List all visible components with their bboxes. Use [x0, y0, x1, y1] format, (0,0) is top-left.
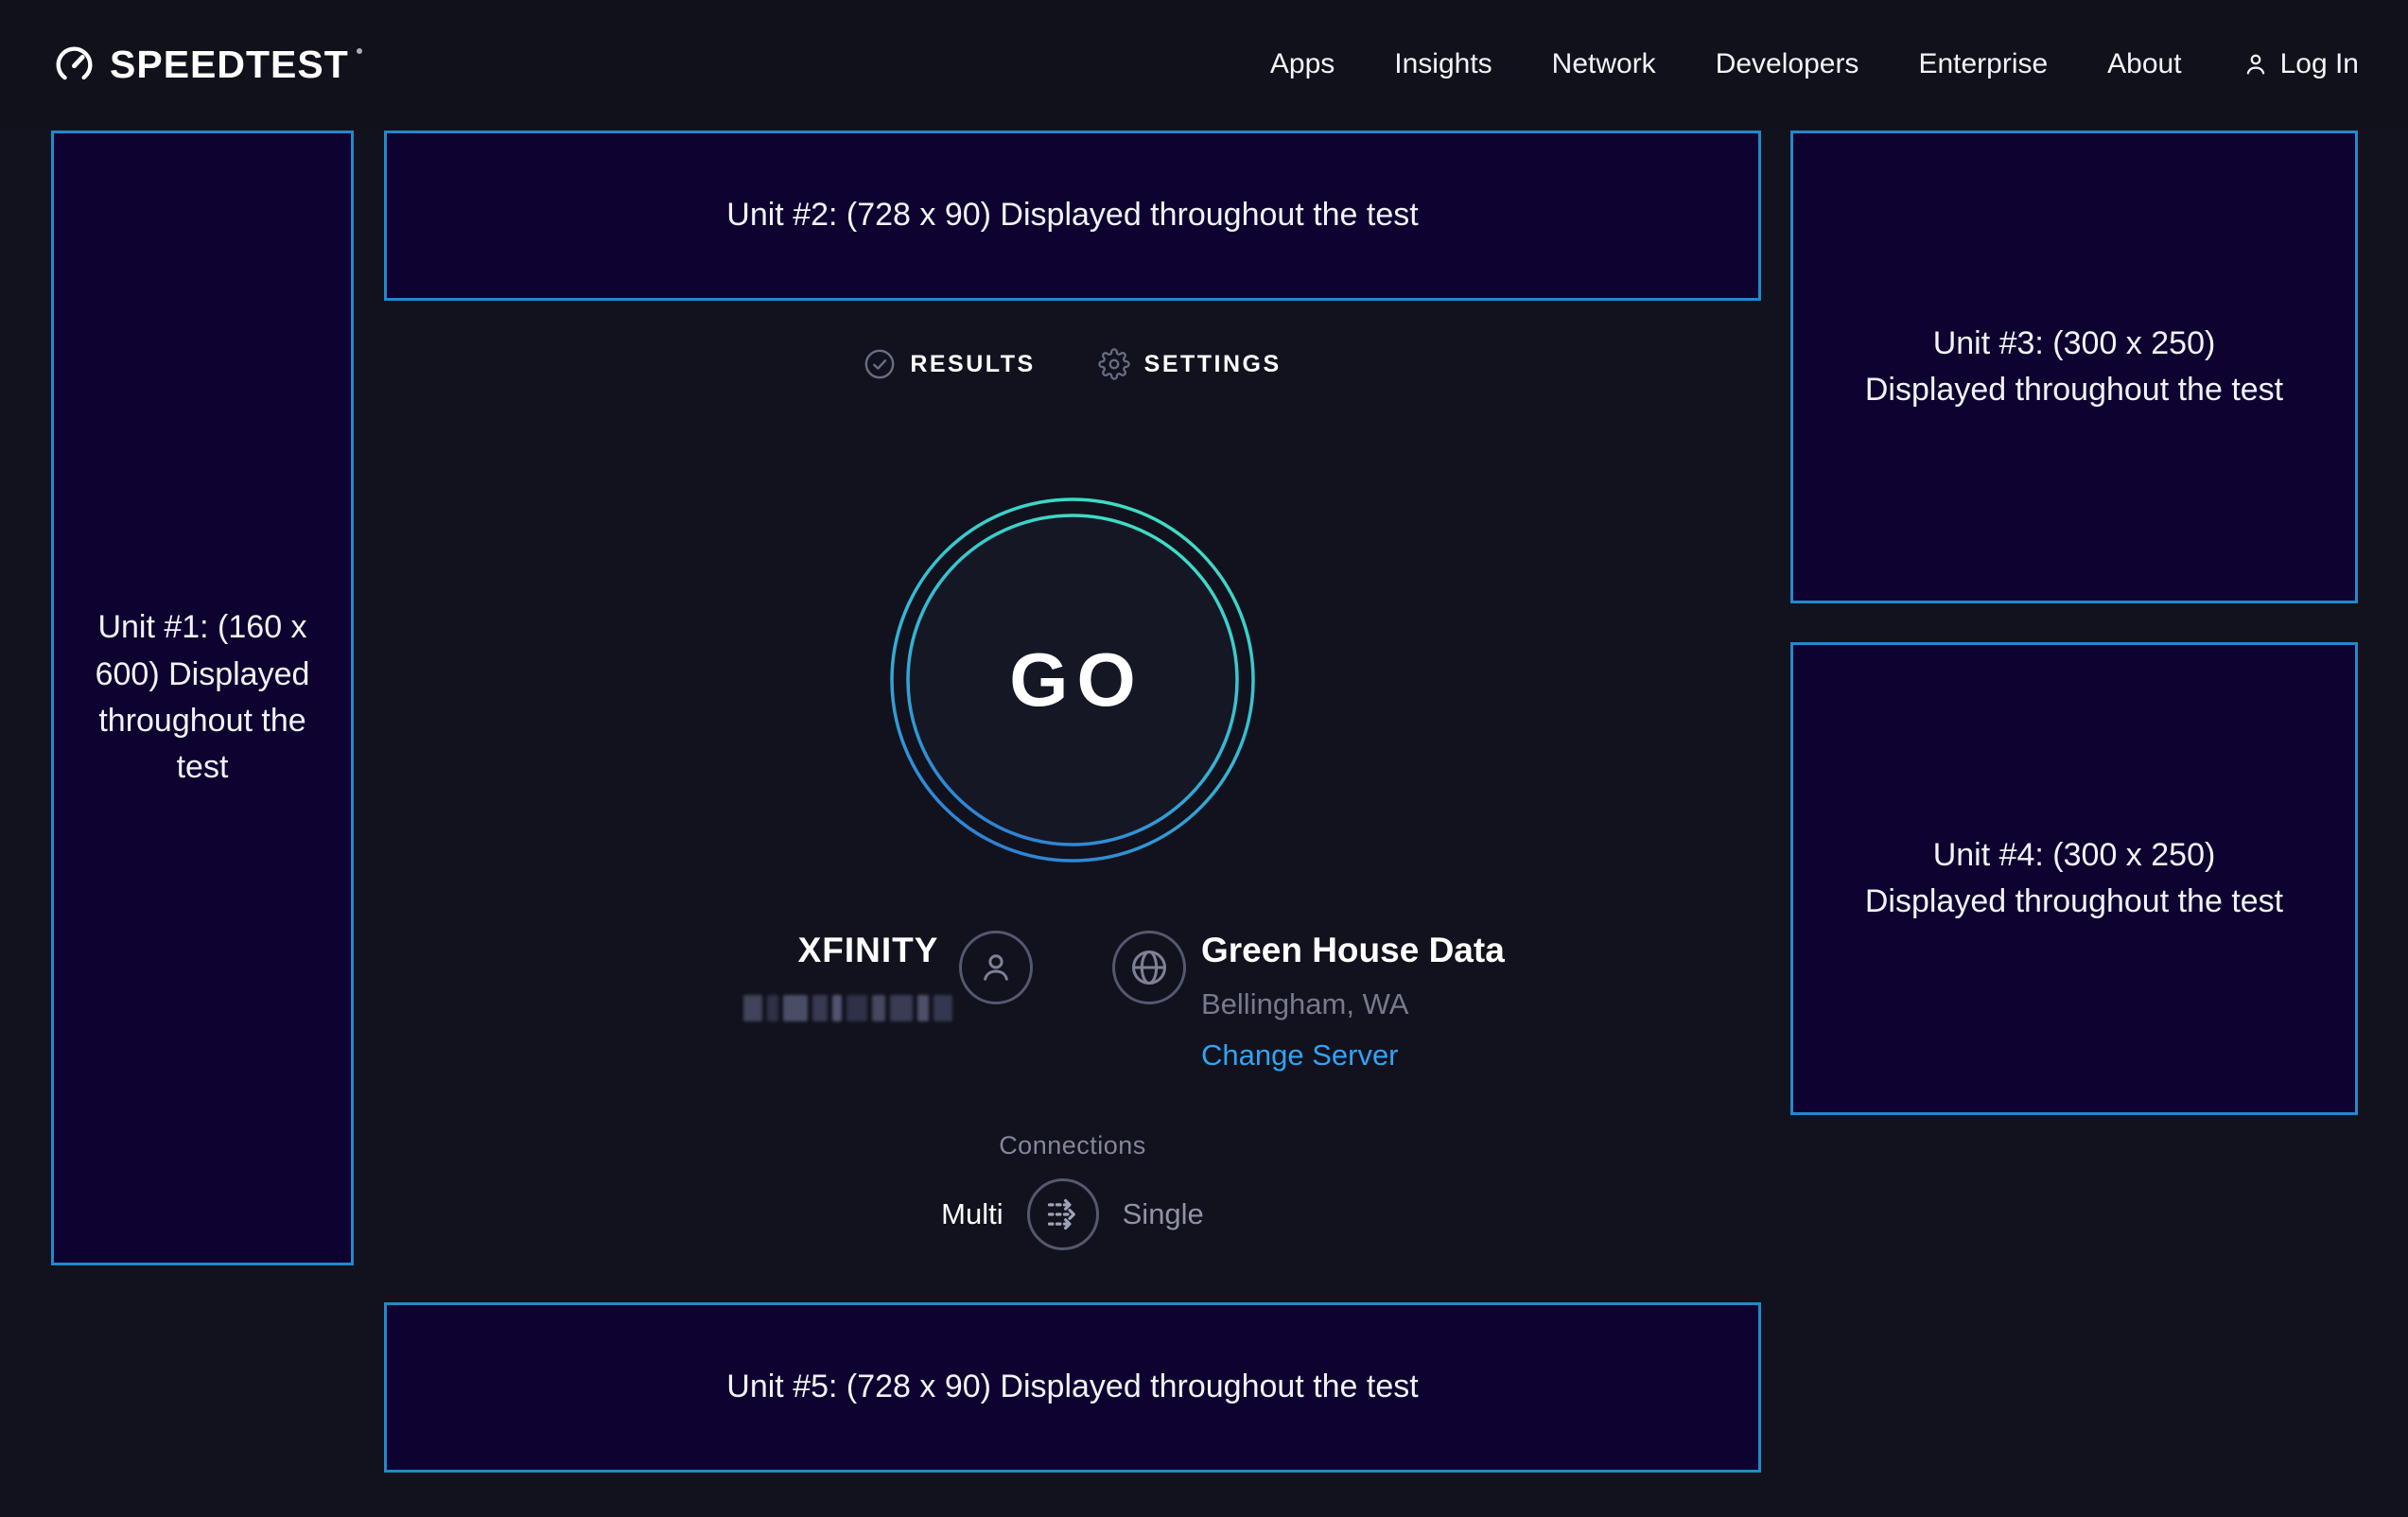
- person-icon: [976, 948, 1016, 987]
- ad-unit-3-text: Unit #3: (300 x 250) Displayed throughou…: [1793, 321, 2355, 414]
- nav-item-enterprise[interactable]: Enterprise: [1918, 48, 2048, 80]
- gear-icon: [1098, 348, 1130, 380]
- tab-results-label: RESULTS: [910, 351, 1035, 378]
- main-nav: Apps Insights Network Developers Enterpr…: [1270, 48, 2359, 80]
- login-button[interactable]: Log In: [2242, 48, 2359, 80]
- go-button[interactable]: GO: [888, 496, 1257, 864]
- speedtest-logo[interactable]: SPEEDTEST: [52, 43, 362, 87]
- server-name: Green House Data: [1201, 931, 1505, 970]
- tab-results[interactable]: RESULTS: [864, 348, 1035, 380]
- trademark-mark: [357, 48, 362, 54]
- ad-unit-4-text: Unit #4: (300 x 250) Displayed throughou…: [1793, 832, 2355, 926]
- multi-connections-arrows-icon: [1036, 1180, 1091, 1248]
- nav-item-apps[interactable]: Apps: [1270, 48, 1335, 80]
- ad-unit-5-text: Unit #5: (728 x 90) Displayed throughout…: [660, 1364, 1484, 1410]
- connections-label: Connections: [384, 1131, 1761, 1160]
- connections-toggle-button[interactable]: [1027, 1178, 1099, 1250]
- nav-item-developers[interactable]: Developers: [1716, 48, 1859, 80]
- connections-option-single[interactable]: Single: [1123, 1197, 1204, 1231]
- user-icon: [2242, 50, 2270, 78]
- tab-settings[interactable]: SETTINGS: [1098, 348, 1282, 380]
- nav-item-insights[interactable]: Insights: [1394, 48, 1492, 80]
- ad-unit-4: Unit #4: (300 x 250) Displayed throughou…: [1790, 642, 2358, 1115]
- isp-detail-redacted: [743, 995, 957, 1021]
- top-navbar: SPEEDTEST Apps Insights Network Develope…: [0, 0, 2408, 129]
- ad-unit-5: Unit #5: (728 x 90) Displayed throughout…: [384, 1302, 1761, 1473]
- tab-bar: RESULTS SETTINGS: [384, 339, 1761, 390]
- nav-item-about[interactable]: About: [2107, 48, 2181, 80]
- ad-unit-3: Unit #3: (300 x 250) Displayed throughou…: [1790, 131, 2358, 603]
- check-circle-icon: [864, 348, 896, 380]
- isp-icon-circle: [959, 931, 1033, 1004]
- logo-text: SPEEDTEST: [110, 45, 349, 84]
- ad-unit-2: Unit #2: (728 x 90) Displayed throughout…: [384, 131, 1761, 301]
- server-location: Bellingham, WA: [1201, 987, 1408, 1021]
- change-server-link[interactable]: Change Server: [1201, 1038, 1399, 1072]
- go-label: GO: [888, 496, 1257, 864]
- tab-settings-label: SETTINGS: [1144, 351, 1282, 378]
- connections-option-multi[interactable]: Multi: [941, 1197, 1003, 1231]
- server-icon-circle: [1112, 931, 1186, 1004]
- ad-unit-2-text: Unit #2: (728 x 90) Displayed throughout…: [660, 192, 1484, 238]
- connections-toggle-row: Multi Single: [384, 1178, 1761, 1250]
- speedometer-gauge-icon: [52, 43, 96, 87]
- globe-icon: [1127, 946, 1171, 989]
- ad-unit-1: Unit #1: (160 x 600) Displayed throughou…: [51, 131, 354, 1265]
- nav-item-network[interactable]: Network: [1552, 48, 1656, 80]
- login-label: Log In: [2280, 48, 2359, 80]
- ad-unit-1-text: Unit #1: (160 x 600) Displayed throughou…: [54, 604, 351, 791]
